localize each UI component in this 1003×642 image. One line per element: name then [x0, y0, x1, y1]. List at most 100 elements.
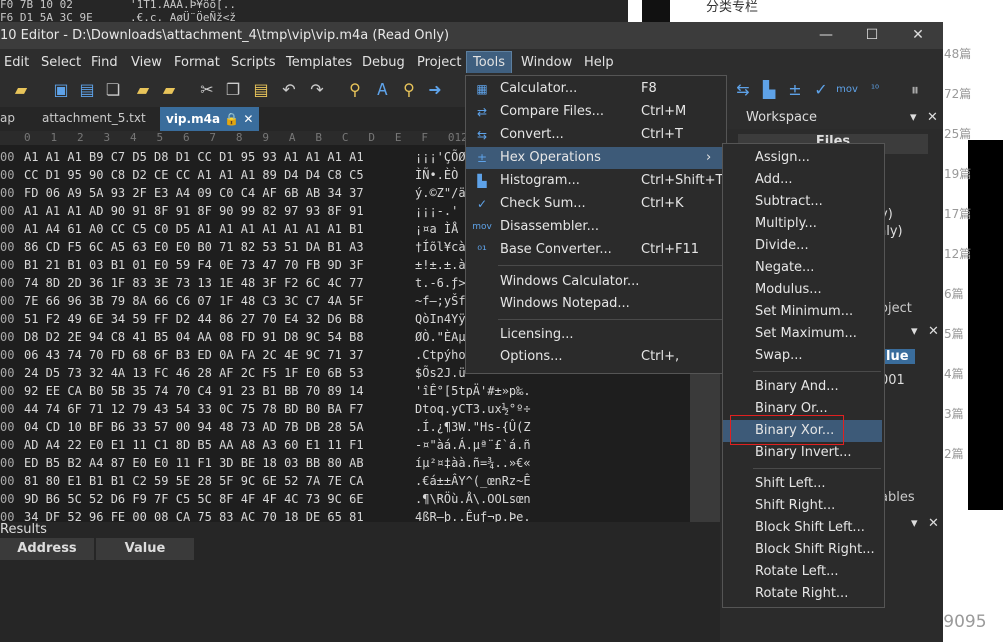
- row-ascii[interactable]: .Í.¿¶3W."Hs-{Û(Z: [415, 417, 531, 437]
- menu-item-compare-files[interactable]: ⇄ Compare Files... Ctrl+M: [466, 101, 724, 123]
- row-bytes[interactable]: 51 F2 49 6E 34 59 FF D2 44 86 27 70 E4 3…: [24, 309, 364, 329]
- tab-attachment[interactable]: attachment_5.txt: [42, 111, 146, 125]
- row-ascii[interactable]: Dtoq.yCT3.ux½°º÷: [415, 399, 531, 419]
- submenu-item-shift-right[interactable]: Shift Right...: [723, 495, 882, 517]
- row-ascii[interactable]: $Õs2J.ü: [415, 363, 466, 383]
- row-ascii[interactable]: -¤"àá.Á.µª¨£`á.ñ: [415, 435, 531, 455]
- disassembler-icon[interactable]: mov: [836, 79, 858, 101]
- row-ascii[interactable]: .€á±±ÂY^(_œnRz~Ê: [415, 471, 531, 491]
- copy-icon[interactable]: ❐: [222, 79, 244, 101]
- submenu-item-divide[interactable]: Divide...: [723, 235, 882, 257]
- undo-icon[interactable]: ↶: [278, 79, 300, 101]
- menu-item-calculator[interactable]: ▦ Calculator... F8: [466, 78, 724, 100]
- row-bytes[interactable]: 24 D5 73 32 4A 13 FC 46 28 AF 2C F5 1F E…: [24, 363, 364, 383]
- submenu-item-binary-invert[interactable]: Binary Invert...: [723, 442, 882, 464]
- folder2-icon[interactable]: ▰: [158, 79, 180, 101]
- workspace-close-icon[interactable]: ✕: [927, 110, 938, 125]
- row-bytes[interactable]: CC D1 95 90 C8 D2 CE CC A1 A1 A1 89 D4 D…: [24, 165, 364, 185]
- submenu-item-block-shift-right[interactable]: Block Shift Right...: [723, 539, 882, 561]
- row-bytes[interactable]: 06 43 74 70 FD 68 6F B3 ED 0A FA 2C 4E 9…: [24, 345, 364, 365]
- menu-item-convert[interactable]: ⇆ Convert... Ctrl+T: [466, 124, 724, 146]
- address-column-header[interactable]: Address: [0, 538, 94, 560]
- submenu-item-rotate-left[interactable]: Rotate Left...: [723, 561, 882, 583]
- menu-item-base-converter[interactable]: ⁰¹ Base Converter... Ctrl+F11: [466, 239, 724, 261]
- row-bytes[interactable]: A1 A4 61 A0 CC C5 C0 D5 A1 A1 A1 A1 A1 A…: [24, 219, 364, 239]
- submenu-item-add[interactable]: Add...: [723, 169, 882, 191]
- base-convert-icon[interactable]: ⇆: [732, 79, 754, 101]
- menu-scripts[interactable]: Scripts: [231, 55, 275, 70]
- base-converter-icon[interactable]: ¹⁰: [864, 79, 886, 101]
- cut-icon[interactable]: ✂: [196, 79, 218, 101]
- row-bytes[interactable]: 04 CD 10 BF B6 33 57 00 94 48 73 AD 7B D…: [24, 417, 364, 437]
- redo-icon[interactable]: ↷: [306, 79, 328, 101]
- row-bytes[interactable]: A1 A1 A1 AD 90 91 8F 91 8F 90 99 82 97 9…: [24, 201, 364, 221]
- copy-file-icon[interactable]: ❏: [102, 79, 124, 101]
- submenu-item-binary-and[interactable]: Binary And...: [723, 376, 882, 398]
- panel-close-icon[interactable]: ✕: [928, 324, 939, 339]
- row-bytes[interactable]: 7E 66 96 3B 79 8A 66 C6 07 1F 48 C3 3C C…: [24, 291, 364, 311]
- variables-tab-fragment[interactable]: ables: [880, 490, 915, 505]
- menu-debug[interactable]: Debug: [362, 55, 405, 70]
- row-ascii[interactable]: ÌÑ•.ÈÒ: [415, 165, 458, 185]
- row-bytes[interactable]: 81 80 E1 B1 B1 C2 59 5E 28 5F 9C 6E 52 7…: [24, 471, 364, 491]
- find-icon[interactable]: ⚲: [344, 79, 366, 101]
- row-bytes[interactable]: FD 06 A9 5A 93 2F E3 A4 09 C0 C4 AF 6B A…: [24, 183, 364, 203]
- tab-close-icon[interactable]: ✕: [243, 112, 253, 126]
- submenu-item-block-shift-left[interactable]: Block Shift Left...: [723, 517, 882, 539]
- row-bytes[interactable]: 44 74 6F 71 12 79 43 54 33 0C 75 78 BD B…: [24, 399, 364, 419]
- menu-item-windows-notepad[interactable]: Windows Notepad...: [466, 293, 724, 315]
- row-bytes[interactable]: 92 EE CA B0 5B 35 74 70 C4 91 23 B1 BB 7…: [24, 381, 364, 401]
- menu-templates[interactable]: Templates: [286, 55, 352, 70]
- minimize-button[interactable]: —: [803, 22, 849, 49]
- menu-help[interactable]: Help: [584, 55, 614, 70]
- maximize-button[interactable]: ☐: [849, 22, 895, 49]
- row-bytes[interactable]: A1 A1 A1 B9 C7 D5 D8 D1 CC D1 95 93 A1 A…: [24, 147, 364, 167]
- row-ascii[interactable]: ±!±.±.à: [415, 255, 466, 275]
- save-all-icon[interactable]: ▤: [76, 79, 98, 101]
- menu-project[interactable]: Project: [417, 55, 461, 70]
- menu-item-options[interactable]: Options... Ctrl+,: [466, 346, 724, 368]
- menu-select[interactable]: Select: [41, 55, 81, 70]
- menu-item-disassembler[interactable]: mov Disassembler...: [466, 216, 724, 238]
- menu-item-windows-calculator[interactable]: Windows Calculator...: [466, 271, 724, 293]
- row-ascii[interactable]: ¡¡¡'ÇÕØ: [415, 147, 466, 167]
- dropdown-icon[interactable]: ▾: [910, 110, 917, 125]
- submenu-item-rotate-right[interactable]: Rotate Right...: [723, 583, 882, 605]
- row-ascii[interactable]: ý.©Z"/ä: [415, 183, 466, 203]
- row-bytes[interactable]: 86 CD F5 6C A5 63 E0 E0 B0 71 82 53 51 D…: [24, 237, 364, 257]
- row-ascii[interactable]: ¡¡¡-.': [415, 201, 458, 221]
- menu-tools[interactable]: Tools: [466, 51, 513, 74]
- submenu-item-assign[interactable]: Assign...: [723, 147, 882, 169]
- submenu-item-multiply[interactable]: Multiply...: [723, 213, 882, 235]
- tab-file[interactable]: ap: [0, 111, 15, 125]
- submenu-item-negate[interactable]: Negate...: [723, 257, 882, 279]
- pause-icon[interactable]: ⏸: [904, 79, 926, 101]
- row-ascii[interactable]: †Íõl¥cà: [415, 237, 466, 257]
- row-ascii[interactable]: ~f–;yŠf: [415, 291, 466, 311]
- menu-window[interactable]: Window: [521, 55, 572, 70]
- tab-vip-active[interactable]: vip.m4a 🔒 ✕: [160, 107, 260, 131]
- submenu-item-subtract[interactable]: Subtract...: [723, 191, 882, 213]
- menu-view[interactable]: View: [131, 55, 162, 70]
- close-button[interactable]: ✕: [895, 22, 941, 49]
- submenu-item-modulus[interactable]: Modulus...: [723, 279, 882, 301]
- submenu-item-set-maximum[interactable]: Set Maximum...: [723, 323, 882, 345]
- row-bytes[interactable]: 9D B6 5C 52 D6 F9 7F C5 5C 8F 4F 4F 4C 7…: [24, 489, 364, 509]
- row-bytes[interactable]: AD A4 22 E0 E1 11 C1 8D B5 AA A8 A3 60 E…: [24, 435, 364, 455]
- hex-ops-icon[interactable]: ±: [784, 79, 806, 101]
- value-column-header[interactable]: Value: [96, 538, 194, 560]
- menu-format[interactable]: Format: [174, 55, 220, 70]
- find-files-icon[interactable]: ⚲: [398, 79, 420, 101]
- row-ascii[interactable]: t.-6.ƒ>: [415, 273, 466, 293]
- menu-edit[interactable]: Edit: [4, 55, 29, 70]
- row-ascii[interactable]: QòIn4Yÿ: [415, 309, 466, 329]
- panel-dropdown-icon[interactable]: ▾: [911, 516, 918, 531]
- row-bytes[interactable]: B1 21 B1 03 B1 01 E0 59 F4 0E 73 47 70 F…: [24, 255, 364, 275]
- submenu-item-swap[interactable]: Swap...: [723, 345, 882, 367]
- menu-item-check-sum[interactable]: ✓ Check Sum... Ctrl+K: [466, 193, 724, 215]
- menu-find[interactable]: Find: [91, 55, 118, 70]
- save-icon[interactable]: ▣: [50, 79, 72, 101]
- row-ascii[interactable]: ØÒ."ÈAµ: [415, 327, 466, 347]
- row-bytes[interactable]: ED B5 B2 A4 87 E0 E0 11 F1 3D BE 18 03 B…: [24, 453, 364, 473]
- submenu-item-set-minimum[interactable]: Set Minimum...: [723, 301, 882, 323]
